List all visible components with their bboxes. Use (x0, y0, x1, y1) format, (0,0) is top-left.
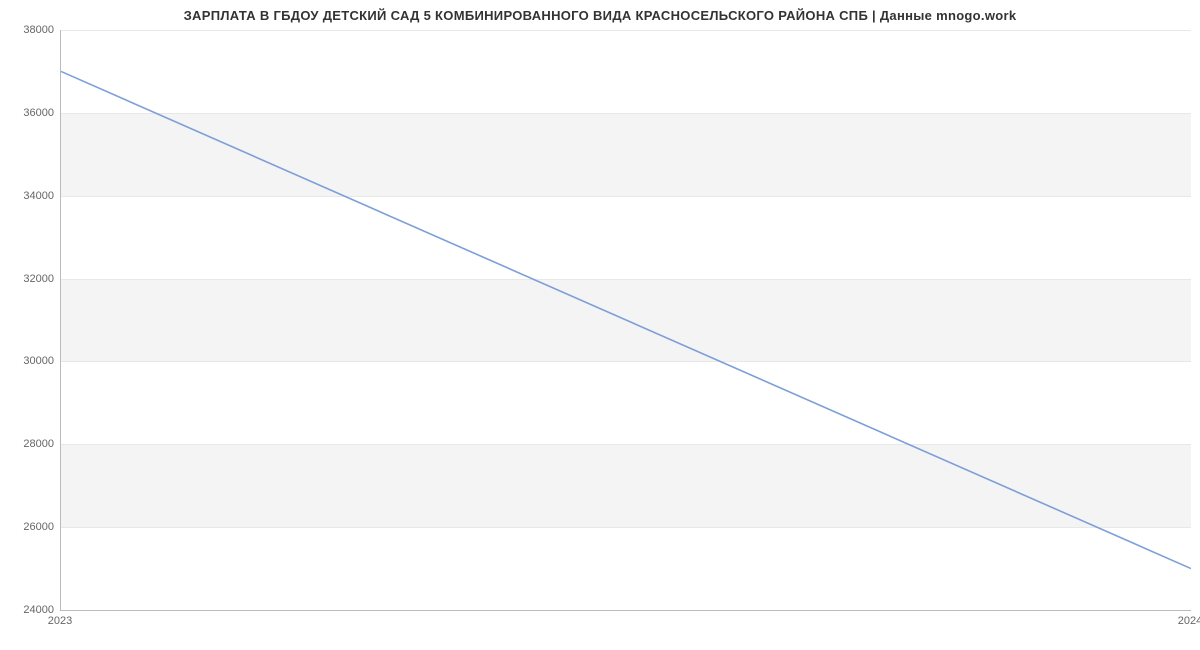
y-tick-label: 30000 (4, 355, 54, 367)
gridline (61, 610, 1191, 611)
chart-container: ЗАРПЛАТА В ГБДОУ ДЕТСКИЙ САД 5 КОМБИНИРО… (0, 0, 1200, 650)
x-tick-label: 2023 (48, 615, 72, 627)
y-tick-label: 34000 (4, 190, 54, 202)
chart-line (61, 30, 1191, 610)
y-tick-label: 28000 (4, 438, 54, 450)
y-tick-label: 36000 (4, 107, 54, 119)
y-tick-label: 38000 (4, 24, 54, 36)
chart-title: ЗАРПЛАТА В ГБДОУ ДЕТСКИЙ САД 5 КОМБИНИРО… (0, 8, 1200, 23)
x-tick-label: 2024 (1178, 615, 1200, 627)
plot-area (60, 30, 1191, 611)
y-tick-label: 24000 (4, 604, 54, 616)
y-tick-label: 32000 (4, 273, 54, 285)
y-tick-label: 26000 (4, 521, 54, 533)
